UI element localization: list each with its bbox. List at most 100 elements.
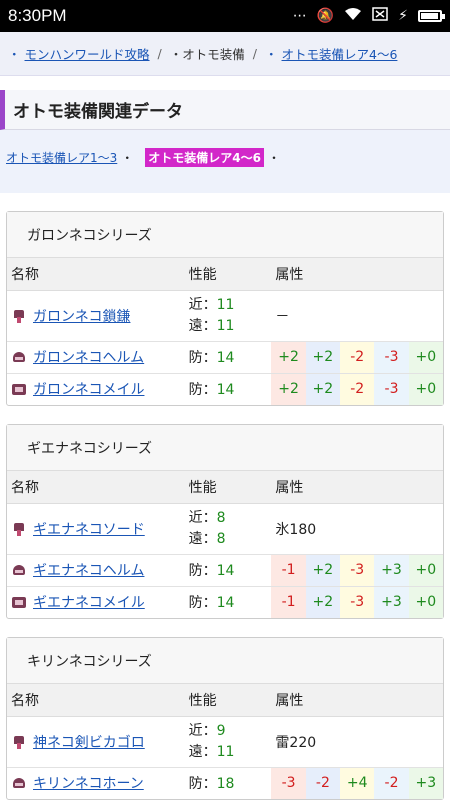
resistance-value: +2 [305, 554, 341, 587]
resistance-value: -3 [340, 586, 375, 618]
armor-defense: 防：14 [188, 595, 235, 612]
resistance-value: -2 [374, 767, 409, 799]
mute-bell-icon: 🔕 [316, 8, 335, 24]
status-time: 8:30PM [8, 6, 67, 25]
series-card: ギエナネコシリーズ 名称 性能 属性ギエナネコソード 近：8 遠：8 氷180 ギエナネコヘル… [6, 424, 444, 619]
helm-icon [11, 562, 27, 578]
resistance-value: +3 [374, 554, 409, 587]
breadcrumb-separator: / [157, 46, 162, 61]
series-title: ギエナネコシリーズ [7, 425, 443, 471]
header-name: 名称 [7, 471, 185, 504]
breadcrumb-bullet: ・ [169, 47, 183, 62]
rarity-link-1-3[interactable]: オトモ装備レア1～3 [6, 149, 117, 166]
header-perf: 性能 [184, 684, 272, 717]
equipment-table: 名称 性能 属性 ギエナネコソード 近：8 遠：8 氷180 ギエナネコヘルム 防：14 -1 +2… [7, 471, 443, 618]
resistance-value: -1 [271, 554, 306, 587]
series-card: ガロンネコシリーズ 名称 性能 属性 ガロンネコ鎖鎌 近：11 遠：11 －ガロンネコヘルム防… [6, 211, 444, 406]
resistance-value: -3 [340, 554, 375, 587]
header-attr: 属性 [271, 471, 443, 504]
table-row: ガロンネコヘルム 防：14 +2 +2 -2 -3 +0 [7, 341, 443, 374]
weapon-attr: 氷180 [271, 503, 443, 555]
table-row: キリンネコホーン 防：18 -3 -2 +4 -2 +3 [7, 767, 443, 799]
weapon-icon [11, 308, 27, 324]
helm-link[interactable]: ギエナネコヘルム [33, 560, 144, 580]
resistance-value: -2 [340, 341, 375, 374]
header-name: 名称 [7, 258, 185, 291]
helm-icon [11, 349, 27, 365]
rarity-links: オトモ装備レア1～3 ・ オトモ装備レア4～6 ・ [0, 130, 450, 167]
resistance-value: +3 [408, 767, 443, 799]
weapon-perf: 近：8 遠：8 [184, 503, 272, 555]
series-title: キリンネコシリーズ [7, 638, 443, 684]
header-perf: 性能 [184, 471, 272, 504]
table-header-row: 名称 性能 属性 [7, 258, 443, 291]
table-row: ギエナネコメイル 防：14 -1 +2 -3 +3 +0 [7, 586, 443, 618]
rarity-link-4-6-active[interactable]: オトモ装備レア4～6 [145, 148, 264, 167]
breadcrumb: ・ モンハンワールド攻略 / ・ オトモ装備 / ・ オトモ装備レア4～6 [0, 32, 450, 76]
charging-icon: ⚡ [398, 8, 408, 24]
helm-defense: 防：14 [184, 341, 272, 374]
table-row: ガロンネコ鎖鎌 近：11 遠：11 － [7, 290, 443, 342]
header-perf: 性能 [184, 258, 272, 291]
series-card: キリンネコシリーズ 名称 性能 属性神ネコ剣ビカゴロ 近：9 遠：11 雷220 キリンネコホ… [6, 637, 444, 800]
status-icons: ⋯ 🔕 ⚡ [292, 7, 445, 25]
table-row: ガロンネコメイル 防：14 +2 +2 -2 -3 +0 [7, 373, 443, 405]
battery-icon [418, 10, 445, 22]
resistance-value: +4 [340, 767, 375, 799]
header-name: 名称 [7, 684, 185, 717]
weapon-perf: 近：9 遠：11 [184, 716, 272, 768]
weapon-attr: 雷220 [271, 716, 443, 768]
status-bar: 8:30PM ⋯ 🔕 ⚡ [0, 0, 450, 32]
resistance-value: -1 [271, 586, 306, 618]
armor-icon [11, 381, 27, 397]
sim-icon [372, 7, 388, 25]
series-title: ガロンネコシリーズ [7, 212, 443, 258]
breadcrumb-current: オトモ装備 [182, 47, 245, 62]
table-row: 神ネコ剣ビカゴロ 近：9 遠：11 雷220 [7, 716, 443, 768]
weapon-link[interactable]: ガロンネコ鎖鎌 [33, 306, 130, 326]
breadcrumb-link-top[interactable]: モンハンワールド攻略 [25, 44, 150, 63]
resistance-value: +2 [305, 373, 341, 405]
armor-link[interactable]: ギエナネコメイル [33, 592, 145, 612]
breadcrumb-link-rare[interactable]: オトモ装備レア4～6 [282, 44, 398, 63]
related-section: オトモ装備関連データ オトモ装備レア1～3 ・ オトモ装備レア4～6 ・ [0, 90, 450, 193]
resistance-value: +0 [408, 373, 443, 405]
resistance-value: +2 [271, 341, 306, 374]
resistance-value: -3 [374, 373, 409, 405]
weapon-icon [11, 734, 27, 750]
armor-defense: 防：14 [188, 382, 235, 399]
resistance-value: +3 [374, 586, 409, 618]
table-row: ギエナネコソード 近：8 遠：8 氷180 [7, 503, 443, 555]
section-title: オトモ装備関連データ [0, 90, 450, 130]
armor-icon [11, 594, 27, 610]
equipment-table: 名称 性能 属性 神ネコ剣ビカゴロ 近：9 遠：11 雷220 キリンネコホーン 防：18 -3-… [7, 684, 443, 799]
breadcrumb-separator: / [252, 46, 257, 61]
weapon-link[interactable]: 神ネコ剣ビカゴロ [33, 732, 145, 752]
weapon-attr: － [271, 290, 443, 342]
resistance-value: +2 [305, 341, 341, 374]
series-list: ガロンネコシリーズ 名称 性能 属性 ガロンネコ鎖鎌 近：11 遠：11 －ガロンネコヘルム防… [0, 211, 450, 800]
helm-defense: 防：18 [188, 776, 235, 793]
helm-defense: 防：14 [184, 554, 272, 587]
helm-link[interactable]: キリンネコホーン [33, 773, 144, 793]
resistance-value: -2 [305, 767, 341, 799]
equipment-table: 名称 性能 属性 ガロンネコ鎖鎌 近：11 遠：11 －ガロンネコヘルム 防：14 +2 +2 -2… [7, 258, 443, 405]
resistance-value: +0 [408, 341, 443, 374]
table-row: ギエナネコヘルム 防：14 -1 +2 -3 +3 +0 [7, 554, 443, 587]
wifi-icon [344, 7, 362, 25]
resistance-value: -2 [340, 373, 375, 405]
weapon-link[interactable]: ギエナネコソード [33, 519, 145, 539]
header-attr: 属性 [271, 684, 443, 717]
helm-link[interactable]: ガロンネコヘルム [33, 347, 144, 367]
weapon-icon [11, 521, 27, 537]
armor-link[interactable]: ガロンネコメイル [33, 379, 144, 399]
header-attr: 属性 [271, 258, 443, 291]
resistance-value: +0 [408, 586, 443, 618]
resistance-value: +2 [271, 373, 306, 405]
table-header-row: 名称 性能 属性 [7, 684, 443, 717]
helm-icon [11, 775, 27, 791]
more-icon: ⋯ [292, 8, 307, 24]
resistance-value: -3 [271, 767, 306, 799]
weapon-perf: 近：11 遠：11 [184, 290, 272, 342]
resistance-value: +2 [305, 586, 341, 618]
